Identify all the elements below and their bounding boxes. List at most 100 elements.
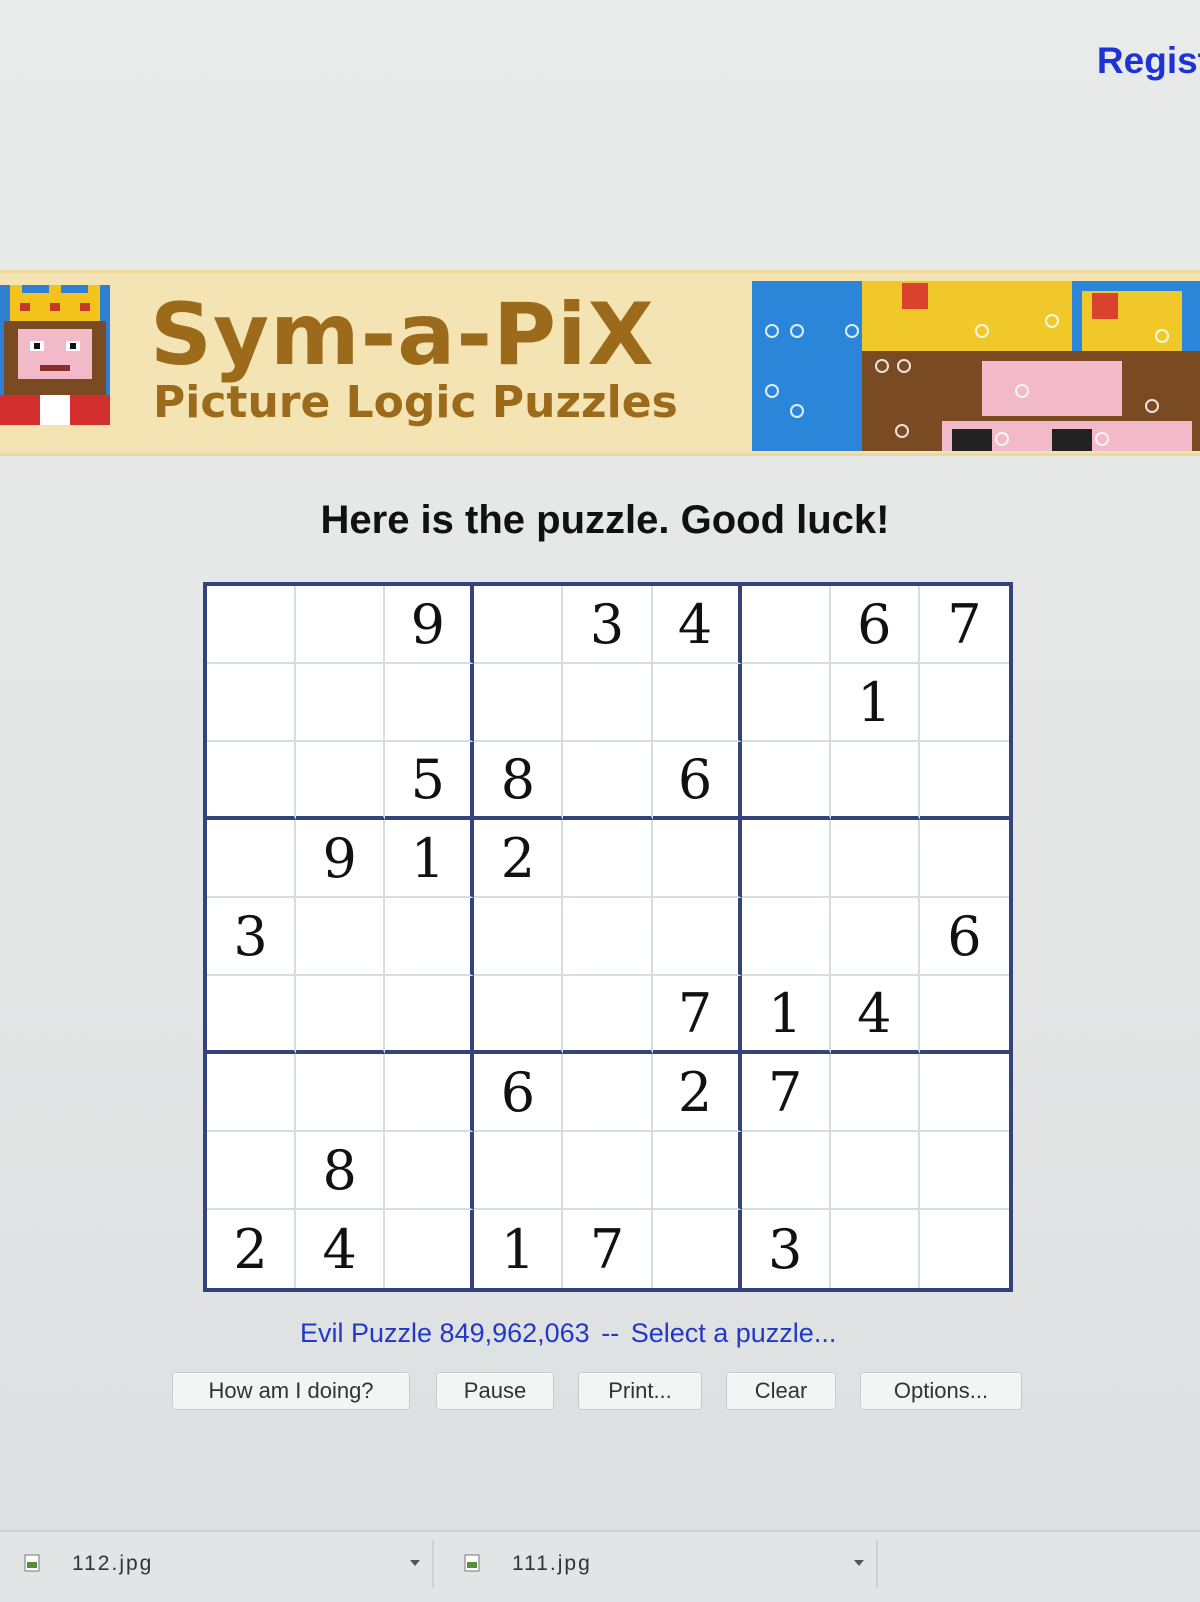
puzzle-status: Evil Puzzle 849,962,063 -- Select a puzz… [300, 1318, 836, 1349]
sudoku-empty-cell[interactable] [831, 1210, 920, 1288]
sudoku-given-cell: 9 [296, 820, 386, 898]
download-filename: 112.jpg [72, 1552, 154, 1575]
sudoku-empty-cell[interactable] [920, 1210, 1009, 1288]
download-item[interactable]: 111.jpg [440, 1540, 878, 1588]
sudoku-empty-cell[interactable] [296, 742, 386, 820]
sudoku-given-cell: 3 [207, 898, 297, 976]
how-am-i-doing-button[interactable]: How am I doing? [172, 1372, 410, 1410]
sudoku-empty-cell[interactable] [830, 1132, 920, 1210]
sudoku-given-cell: 1 [474, 1210, 564, 1288]
sudoku-empty-cell[interactable] [741, 1132, 831, 1210]
print-button[interactable]: Print... [578, 1372, 702, 1410]
sudoku-empty-cell[interactable] [474, 1132, 564, 1210]
sudoku-empty-cell[interactable] [296, 976, 386, 1054]
sudoku-empty-cell[interactable] [919, 1054, 1009, 1132]
image-file-icon [464, 1554, 480, 1572]
sudoku-empty-cell[interactable] [741, 664, 831, 742]
sudoku-given-cell: 2 [474, 820, 564, 898]
sudoku-given-cell: 6 [474, 1054, 564, 1132]
sudoku-empty-cell[interactable] [919, 664, 1009, 742]
sudoku-empty-cell[interactable] [296, 586, 386, 664]
sudoku-empty-cell[interactable] [652, 664, 742, 742]
download-filename: 111.jpg [512, 1552, 592, 1575]
sudoku-empty-cell[interactable] [385, 898, 475, 976]
sudoku-empty-cell[interactable] [207, 820, 297, 898]
sudoku-empty-cell[interactable] [474, 976, 564, 1054]
puzzle-heading: Here is the puzzle. Good luck! [320, 498, 890, 542]
sudoku-empty-cell[interactable] [474, 664, 564, 742]
sudoku-given-cell: 7 [563, 1210, 653, 1288]
sudoku-empty-cell[interactable] [919, 742, 1009, 820]
sudoku-empty-cell[interactable] [296, 1054, 386, 1132]
sudoku-empty-cell[interactable] [919, 1132, 1009, 1210]
sudoku-given-cell: 7 [741, 1054, 831, 1132]
sudoku-empty-cell[interactable] [563, 1054, 653, 1132]
pixel-mosaic-image [752, 281, 1200, 451]
sudoku-empty-cell[interactable] [385, 1132, 475, 1210]
sudoku-given-cell: 7 [652, 976, 742, 1054]
sudoku-empty-cell[interactable] [741, 586, 831, 664]
sudoku-empty-cell[interactable] [652, 1132, 742, 1210]
sudoku-empty-cell[interactable] [741, 820, 831, 898]
sudoku-given-cell: 6 [652, 742, 742, 820]
sudoku-empty-cell[interactable] [919, 820, 1009, 898]
site-subtitle: Picture Logic Puzzles [153, 377, 678, 428]
sudoku-grid: 93467158691236714627824173 [203, 582, 1013, 1292]
sudoku-empty-cell[interactable] [385, 664, 475, 742]
sudoku-given-cell: 6 [919, 898, 1009, 976]
puzzle-toolbar: How am I doing? Pause Print... Clear Opt… [0, 1372, 1200, 1412]
options-button[interactable]: Options... [860, 1372, 1022, 1410]
sudoku-given-cell: 3 [742, 1210, 831, 1288]
sudoku-given-cell: 4 [296, 1210, 386, 1288]
sudoku-empty-cell[interactable] [652, 820, 742, 898]
sudoku-empty-cell[interactable] [919, 976, 1009, 1054]
sudoku-given-cell: 4 [652, 586, 742, 664]
download-bar: 112.jpg 111.jpg [0, 1530, 1200, 1602]
download-item[interactable]: 112.jpg [0, 1540, 434, 1588]
clear-button[interactable]: Clear [726, 1372, 836, 1410]
sudoku-empty-cell[interactable] [563, 664, 653, 742]
chevron-down-icon[interactable] [410, 1560, 420, 1566]
register-link[interactable]: Regist [1097, 40, 1200, 82]
sudoku-empty-cell[interactable] [741, 898, 831, 976]
status-separator: -- [601, 1318, 620, 1348]
sudoku-empty-cell[interactable] [563, 976, 653, 1054]
sudoku-empty-cell[interactable] [563, 1132, 653, 1210]
chevron-down-icon[interactable] [854, 1560, 864, 1566]
select-puzzle-link[interactable]: Select a puzzle... [631, 1318, 837, 1348]
sudoku-given-cell: 2 [207, 1210, 297, 1288]
site-title: Sym-a-PiX [150, 285, 655, 385]
sudoku-empty-cell[interactable] [830, 1054, 920, 1132]
sudoku-empty-cell[interactable] [653, 1210, 742, 1288]
sudoku-empty-cell[interactable] [207, 742, 297, 820]
sudoku-given-cell: 5 [385, 742, 475, 820]
sudoku-empty-cell[interactable] [207, 586, 297, 664]
sudoku-empty-cell[interactable] [474, 898, 564, 976]
sudoku-empty-cell[interactable] [563, 898, 653, 976]
sudoku-empty-cell[interactable] [385, 976, 475, 1054]
sudoku-empty-cell[interactable] [830, 820, 920, 898]
sudoku-given-cell: 8 [296, 1132, 386, 1210]
sudoku-given-cell: 6 [830, 586, 920, 664]
sudoku-empty-cell[interactable] [296, 898, 386, 976]
sudoku-empty-cell[interactable] [207, 976, 297, 1054]
sudoku-empty-cell[interactable] [830, 742, 920, 820]
pause-button[interactable]: Pause [436, 1372, 554, 1410]
sudoku-empty-cell[interactable] [830, 898, 920, 976]
sudoku-empty-cell[interactable] [207, 1132, 297, 1210]
sudoku-empty-cell[interactable] [474, 586, 564, 664]
sudoku-empty-cell[interactable] [741, 742, 831, 820]
king-logo-icon [0, 285, 110, 425]
image-file-icon [24, 1554, 40, 1572]
sudoku-empty-cell[interactable] [207, 1054, 297, 1132]
sudoku-given-cell: 9 [385, 586, 475, 664]
sudoku-empty-cell[interactable] [207, 664, 297, 742]
sudoku-empty-cell[interactable] [563, 820, 653, 898]
sudoku-given-cell: 1 [830, 664, 920, 742]
sudoku-empty-cell[interactable] [652, 898, 742, 976]
sudoku-empty-cell[interactable] [563, 742, 653, 820]
sudoku-empty-cell[interactable] [385, 1054, 475, 1132]
sudoku-empty-cell[interactable] [385, 1210, 475, 1288]
sudoku-given-cell: 3 [563, 586, 653, 664]
sudoku-empty-cell[interactable] [296, 664, 386, 742]
